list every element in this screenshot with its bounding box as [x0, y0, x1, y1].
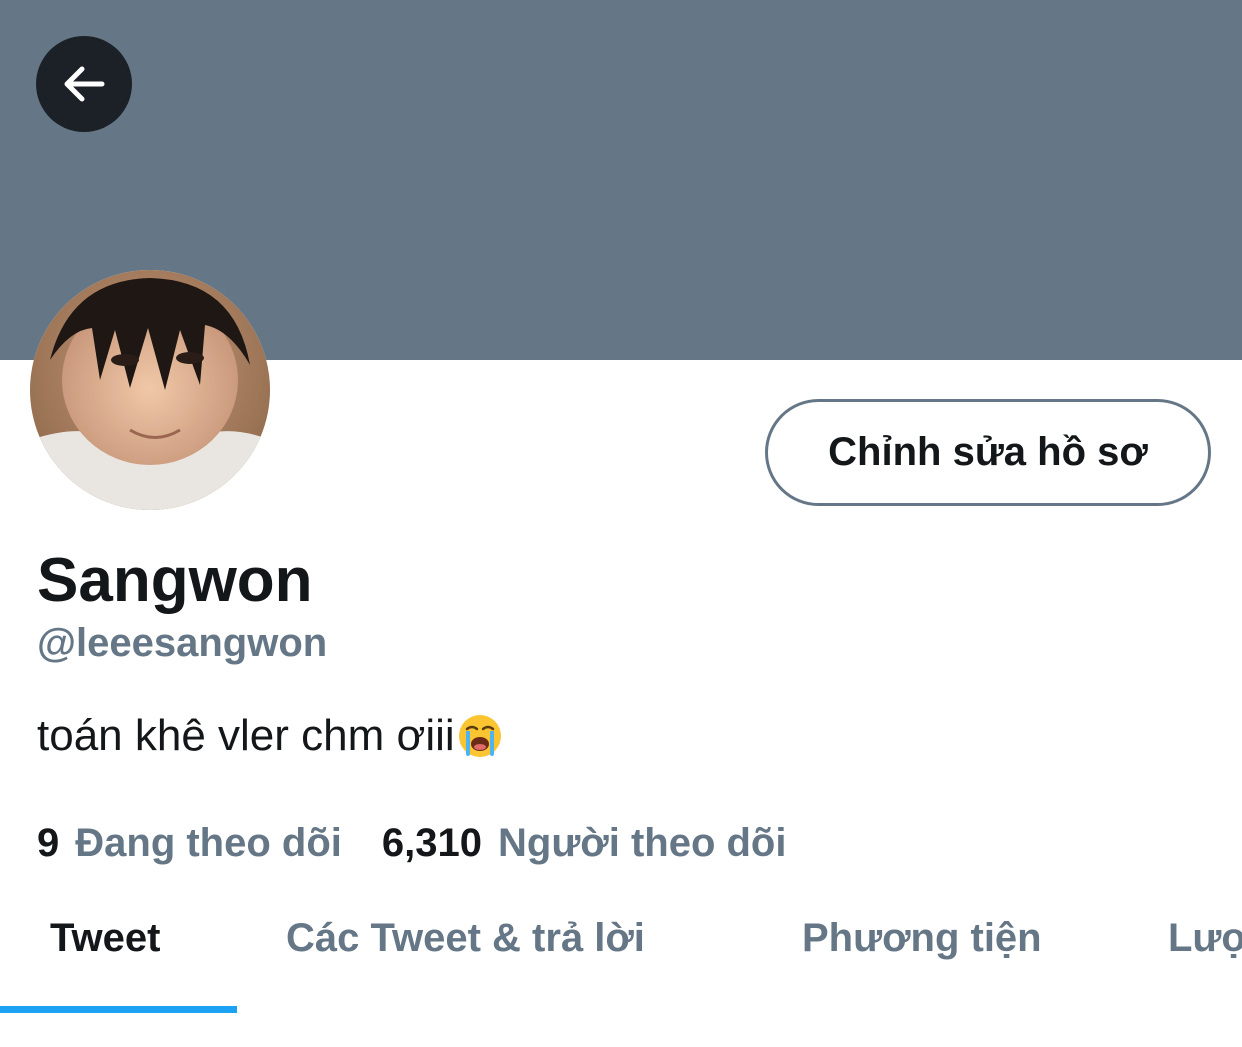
following-count: 9	[37, 821, 60, 865]
following-label: Đang theo dõi	[75, 821, 342, 865]
display-name: Sangwon	[37, 546, 313, 615]
tab-media[interactable]: Phương tiện	[802, 910, 1042, 966]
back-button[interactable]	[36, 36, 132, 132]
tab-likes[interactable]: Lượt thích	[1168, 910, 1242, 966]
avatar-photo	[30, 270, 270, 510]
bio: toán khê vler chm ơiii	[37, 708, 503, 764]
loudly-crying-face-emoji	[458, 715, 501, 757]
arrow-left-icon	[64, 66, 105, 102]
followers-label: Người theo dõi	[498, 821, 787, 865]
bio-text: toán khê vler chm ơiii	[37, 711, 455, 760]
edit-profile-button[interactable]: Chỉnh sửa hồ sơ	[765, 399, 1211, 506]
user-handle: @leeesangwon	[37, 621, 328, 665]
follow-stats: 9 Đang theo dõi 6,310 Người theo dõi	[37, 818, 786, 868]
profile-screen: Chỉnh sửa hồ sơ Sangwon @leeesangwon toá…	[0, 0, 1242, 1047]
followers-count: 6,310	[381, 821, 482, 865]
tab-tweets[interactable]: Tweet	[50, 910, 160, 966]
tab-tweets-and-replies[interactable]: Các Tweet & trả lời	[286, 910, 645, 966]
following-stat[interactable]: 9 Đang theo dõi	[37, 818, 342, 868]
followers-stat[interactable]: 6,310 Người theo dõi	[382, 818, 787, 868]
active-tab-indicator	[0, 1006, 237, 1013]
profile-tabs: Tweet Các Tweet & trả lời Phương tiện Lư…	[0, 880, 1242, 1010]
avatar[interactable]	[30, 270, 270, 510]
